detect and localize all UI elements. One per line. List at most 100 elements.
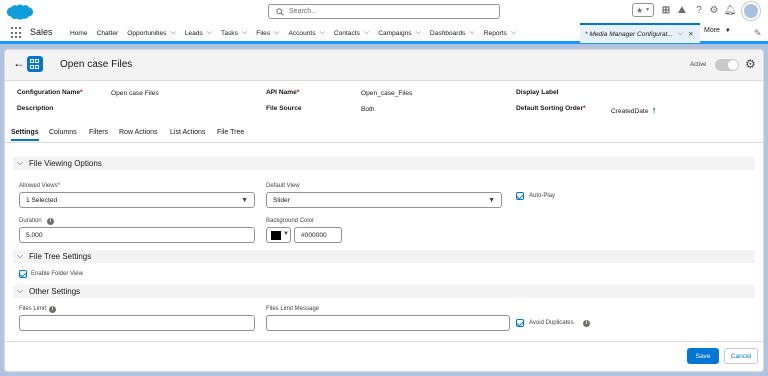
- nav-item-leads[interactable]: Leads ⌵: [185, 29, 212, 37]
- nav-item-reports[interactable]: Reports ⌵: [484, 29, 516, 37]
- chevron-down-icon: ▼: [645, 7, 651, 13]
- chevron-down-icon[interactable]: ⌵: [511, 29, 516, 37]
- nav-item-tasks[interactable]: Tasks ⌵: [221, 29, 247, 37]
- auto-play-checkbox[interactable]: [516, 192, 524, 200]
- save-button[interactable]: Save: [687, 348, 719, 364]
- caret-down-icon: ▼: [283, 231, 289, 237]
- add-icon[interactable]: ⊞: [660, 4, 672, 16]
- nav-item-label: Dashboards: [429, 29, 466, 37]
- setup-gear-icon[interactable]: ⚙: [708, 4, 720, 16]
- bg-color-label: Background Color: [266, 218, 315, 224]
- app-navigation: Sales Home Chatter Opportunities ⌵ Leads ⌵ Tas…: [0, 23, 768, 44]
- cancel-button[interactable]: Cancel: [724, 348, 758, 364]
- nav-item-chatter[interactable]: Chatter: [97, 30, 119, 37]
- chevron-down-icon[interactable]: ⌵: [364, 29, 369, 37]
- chevron-down-icon[interactable]: ⌵: [678, 30, 683, 38]
- more-tabs-button[interactable]: More ▼: [704, 27, 731, 34]
- close-tab-icon[interactable]: ✕: [688, 30, 694, 38]
- back-arrow-icon[interactable]: ←: [13, 56, 25, 70]
- duration-input[interactable]: 5,000: [19, 227, 255, 243]
- allowed-views-label-text: Allowed Views: [19, 183, 58, 189]
- active-label: Active: [690, 62, 707, 68]
- active-toggle[interactable]: [715, 59, 739, 71]
- global-search[interactable]: Search...: [268, 4, 500, 19]
- global-header: Search... ★ ▼ ⊞ ⛰ ? ⚙ 🔔︎: [0, 0, 768, 23]
- enable-folder-view-label: Enable Folder View: [31, 271, 83, 277]
- tab-filters[interactable]: Filters: [89, 129, 108, 136]
- api-name-label-text: API Name: [266, 89, 297, 96]
- file-source-value: Both: [361, 106, 375, 113]
- sort-ascending-arrow-icon[interactable]: 🠕︎: [652, 106, 655, 115]
- files-limit-label: Files Limit: [19, 306, 47, 312]
- color-picker-button[interactable]: ▼: [266, 227, 291, 243]
- section-file-tree-settings[interactable]: ⌵ File Tree Settings: [13, 250, 755, 263]
- nav-item-label: Accounts: [288, 29, 316, 37]
- chevron-down-icon[interactable]: ⌵: [274, 29, 279, 37]
- search-icon: [276, 8, 284, 16]
- files-limit-message-input[interactable]: [266, 315, 510, 331]
- active-tab-label: * Media Manager Configurat...: [585, 30, 673, 38]
- tab-row-actions[interactable]: Row Actions: [119, 129, 158, 136]
- bg-color-input[interactable]: #000000: [294, 227, 342, 243]
- tab-settings[interactable]: Settings: [11, 129, 39, 141]
- app-launcher-icon[interactable]: [11, 27, 23, 39]
- info-icon[interactable]: i: [47, 218, 54, 225]
- files-limit-input[interactable]: [19, 315, 255, 331]
- duration-value: 5,000: [26, 231, 43, 239]
- section-title: Other Settings: [29, 287, 81, 296]
- api-name-value: Open_case_Files: [361, 90, 413, 97]
- tab-media-manager-config[interactable]: * Media Manager Configurat... ⌵ ✕: [580, 23, 700, 43]
- section-file-viewing-options[interactable]: ⌵ File Viewing Options: [13, 157, 755, 170]
- chevron-down-icon[interactable]: ⌵: [469, 29, 474, 37]
- chevron-down-icon: ⌵: [17, 251, 24, 260]
- nav-item-campaigns[interactable]: Campaigns ⌵: [378, 29, 421, 37]
- settings-gear-icon[interactable]: ⚙: [745, 57, 756, 71]
- help-icon[interactable]: ?: [693, 4, 705, 16]
- nav-item-files[interactable]: Files ⌵: [256, 29, 279, 37]
- config-name-value: Open case Files: [111, 90, 159, 97]
- section-other-settings[interactable]: ⌵ Other Settings: [13, 285, 755, 298]
- tab-file-tree[interactable]: File Tree: [217, 129, 244, 136]
- chevron-down-icon[interactable]: ⌵: [170, 29, 175, 37]
- nav-item-dashboards[interactable]: Dashboards ⌵: [430, 29, 475, 37]
- page-title: Open case Files: [60, 59, 133, 70]
- salesforce-logo[interactable]: [6, 3, 34, 21]
- favorites-button[interactable]: ★ ▼: [632, 3, 654, 17]
- default-view-select[interactable]: Slider ▼: [266, 192, 502, 208]
- nav-item-contacts[interactable]: Contacts ⌵: [334, 29, 369, 37]
- nav-item-label: Leads: [184, 29, 203, 37]
- info-icon[interactable]: i: [583, 320, 590, 327]
- user-avatar[interactable]: [742, 2, 760, 20]
- sort-order-value-text: CreatedDate: [611, 108, 649, 115]
- trailhead-icon[interactable]: ⛰: [676, 4, 688, 16]
- avoid-duplicates-checkbox[interactable]: [516, 319, 524, 327]
- configuration-panel: ← Open case Files Active ⚙ Configuration…: [4, 49, 764, 372]
- footer-actions: Save Cancel: [5, 341, 763, 371]
- chevron-down-icon[interactable]: ⌵: [207, 29, 212, 37]
- auto-play-label: Auto-Play: [529, 193, 556, 199]
- allowed-views-label: Allowed Views*: [19, 183, 60, 189]
- chevron-down-icon[interactable]: ⌵: [320, 29, 325, 37]
- nav-item-label: Contacts: [333, 29, 360, 37]
- chevron-down-icon: ⌵: [17, 158, 24, 167]
- chevron-down-icon[interactable]: ⌵: [242, 29, 247, 37]
- caret-down-icon: ▼: [724, 28, 731, 34]
- nav-item-home[interactable]: Home: [70, 30, 88, 37]
- display-label-label: Display Label: [516, 89, 559, 96]
- caret-down-icon: ▼: [241, 197, 248, 204]
- config-tabs: Settings Columns Filters Row Actions Lis…: [5, 126, 763, 143]
- enable-folder-view-checkbox[interactable]: [19, 270, 27, 278]
- more-label: More: [704, 27, 720, 34]
- nav-item-accounts[interactable]: Accounts ⌵: [288, 29, 324, 37]
- chevron-down-icon[interactable]: ⌵: [416, 29, 421, 37]
- tab-columns[interactable]: Columns: [49, 129, 77, 136]
- tab-list-actions[interactable]: List Actions: [170, 129, 205, 136]
- info-icon[interactable]: i: [49, 306, 56, 313]
- nav-item-opportunities[interactable]: Opportunities ⌵: [127, 29, 176, 37]
- notifications-bell-icon[interactable]: 🔔︎: [724, 4, 737, 16]
- app-name: Sales: [30, 27, 53, 37]
- sort-order-value: CreatedDate 🠕︎: [611, 105, 656, 119]
- edit-nav-pencil-icon[interactable]: ✎: [754, 28, 762, 39]
- allowed-views-select[interactable]: 1 Selected ▼: [19, 192, 255, 208]
- nav-item-label: Tasks: [221, 29, 238, 37]
